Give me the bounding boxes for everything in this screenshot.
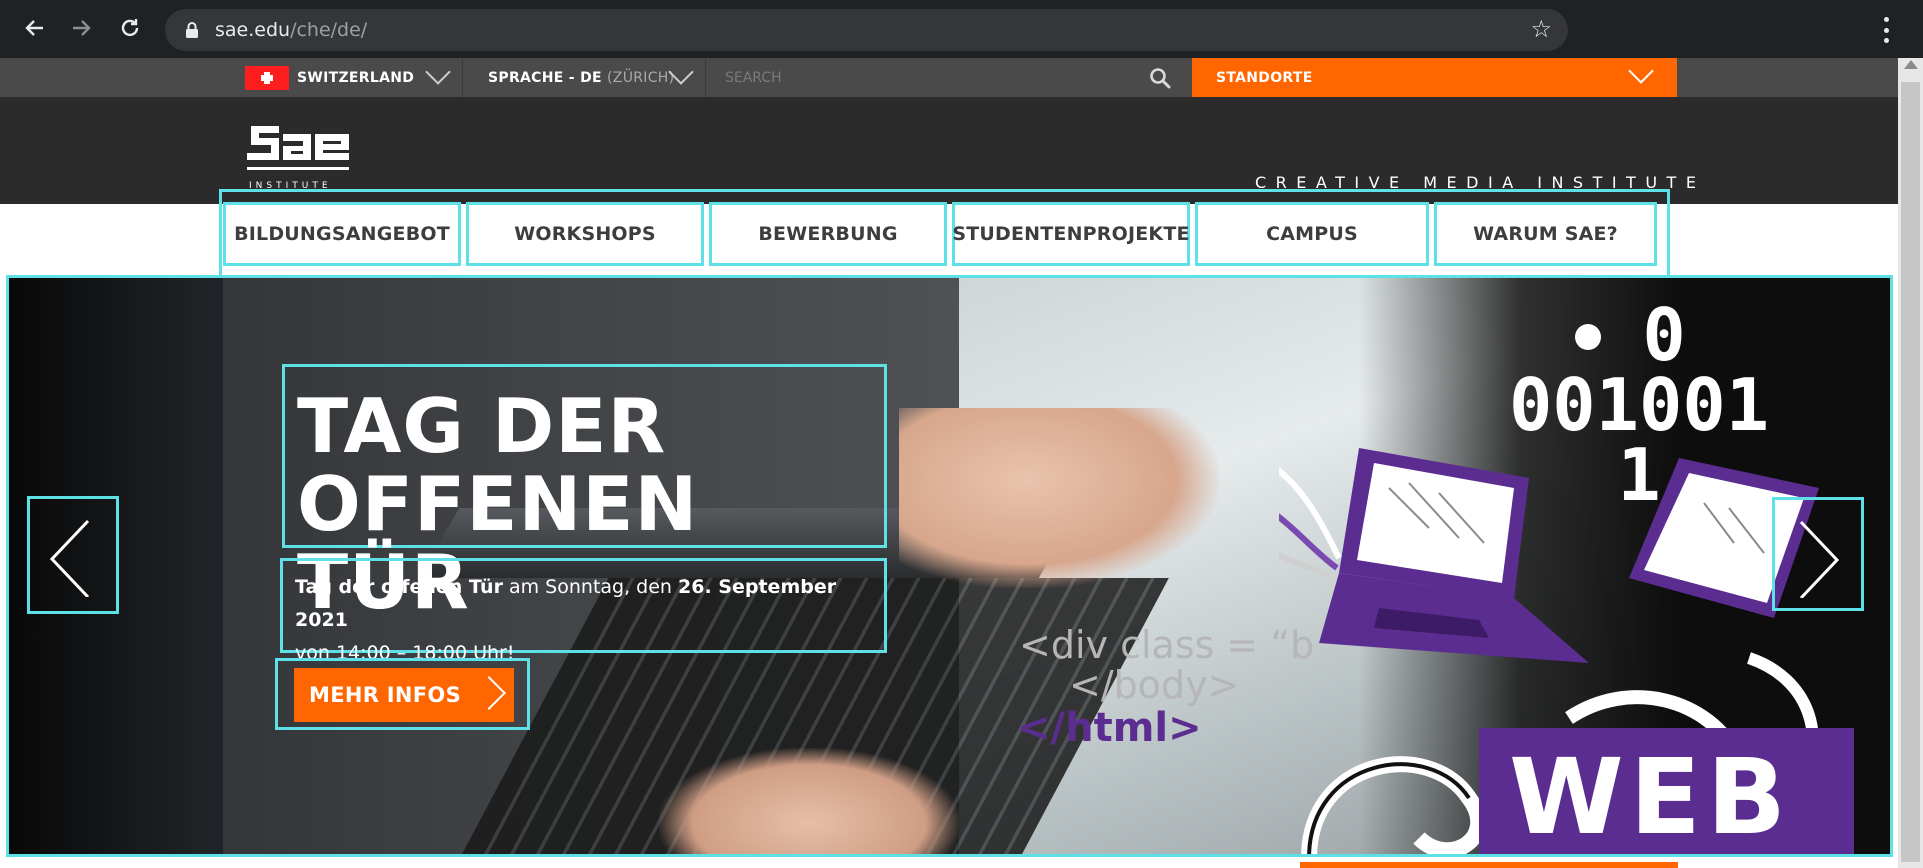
search-box bbox=[707, 58, 1192, 97]
standorte-label: STANDORTE bbox=[1216, 69, 1313, 86]
address-bar[interactable]: sae.edu/che/de/ ☆ bbox=[165, 9, 1568, 51]
web-badge-text: WEB bbox=[1509, 736, 1793, 857]
chevron-down-icon bbox=[425, 59, 451, 85]
lock-icon bbox=[186, 22, 198, 38]
hero-subtitle-box: Tag der offenen Tür am Sonntag, den 26. … bbox=[280, 558, 887, 664]
code-text: </html> bbox=[1017, 705, 1202, 751]
back-icon[interactable] bbox=[16, 10, 52, 46]
browser-toolbar: sae.edu/che/de/ ☆ bbox=[0, 0, 1923, 58]
nav-campus[interactable]: CAMPUS bbox=[1195, 202, 1429, 266]
language-label: SPRACHE - DE (ZÜRICH) bbox=[488, 69, 675, 86]
search-icon[interactable] bbox=[1149, 67, 1171, 89]
slider-prev-button[interactable] bbox=[27, 496, 119, 614]
hero-title-box: TAG DER OFFENEN TÜR bbox=[282, 364, 887, 621]
chevron-right-icon bbox=[472, 676, 506, 710]
language-selector[interactable]: SPRACHE - DE (ZÜRICH) bbox=[464, 58, 706, 97]
scrollbar-thumb[interactable] bbox=[1901, 82, 1920, 862]
nav-workshops[interactable]: WORKSHOPS bbox=[466, 202, 704, 266]
country-selector[interactable]: SWITZERLAND bbox=[245, 58, 463, 97]
reload-icon[interactable] bbox=[112, 10, 148, 46]
search-input[interactable] bbox=[725, 68, 1125, 88]
kebab-menu-icon[interactable] bbox=[1876, 14, 1896, 46]
mehr-infos-button[interactable]: MEHR INFOS bbox=[294, 668, 514, 722]
hero-subtitle: Tag der offenen Tür am Sonntag, den 26. … bbox=[295, 576, 837, 664]
nav-warum-sae[interactable]: WARUM SAE? bbox=[1434, 202, 1657, 266]
bottom-orange-bar bbox=[1300, 862, 1678, 868]
code-text: </body> bbox=[1069, 663, 1240, 707]
nav-bewerbung[interactable]: BEWERBUNG bbox=[709, 202, 947, 266]
swiss-flag-icon bbox=[245, 65, 289, 90]
scroll-up-icon[interactable] bbox=[1904, 60, 1918, 69]
url-text: sae.edu/che/de/ bbox=[215, 19, 368, 41]
hand-illustration bbox=[899, 408, 1219, 588]
chevron-down-icon bbox=[1628, 58, 1654, 84]
forward-icon[interactable] bbox=[64, 10, 100, 46]
chevron-left-icon bbox=[49, 519, 90, 597]
country-label: SWITZERLAND bbox=[297, 69, 415, 86]
star-icon[interactable]: ☆ bbox=[1530, 15, 1552, 43]
chevron-right-icon bbox=[1799, 520, 1840, 598]
hand-illustration bbox=[659, 748, 959, 854]
mehr-infos-frame: MEHR INFOS bbox=[275, 658, 530, 730]
nav-bildungsangebot[interactable]: BILDUNGSANGEBOT bbox=[223, 202, 461, 266]
nav-studentenprojekte[interactable]: STUDENTENPROJEKTE bbox=[952, 202, 1190, 266]
sae-logo[interactable]: INSTITUTE bbox=[245, 120, 357, 192]
slider-next-button[interactable] bbox=[1772, 497, 1864, 611]
standorte-dropdown[interactable]: STANDORTE bbox=[1192, 58, 1677, 97]
